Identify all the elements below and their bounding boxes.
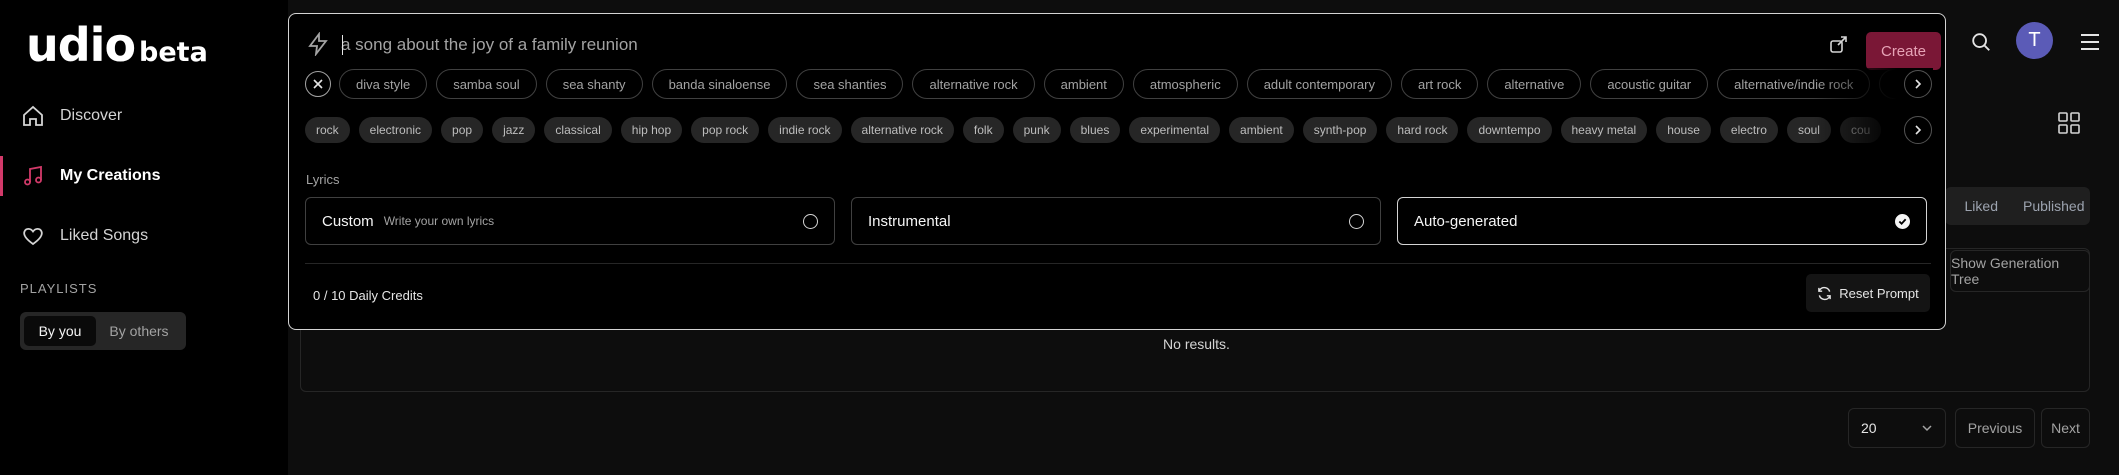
sidebar-item-liked-songs[interactable]: Liked Songs	[0, 214, 288, 258]
tab-published[interactable]: Published	[2018, 198, 2091, 214]
next-page-button[interactable]: Next	[2041, 408, 2090, 448]
text-caret	[342, 35, 343, 55]
lyrics-option-custom[interactable]: Custom Write your own lyrics	[305, 197, 835, 245]
genre-tag-chip[interactable]: alternative rock	[850, 117, 954, 143]
genre-tag-chip[interactable]: indie rock	[768, 117, 842, 143]
scroll-genres-right-button[interactable]	[1904, 116, 1932, 144]
daily-credits: 0 / 10 Daily Credits	[313, 288, 423, 303]
suggested-tag-chip[interactable]: sea shanties	[796, 69, 904, 99]
menu-button[interactable]	[2070, 22, 2110, 62]
heart-icon	[20, 223, 46, 249]
sidebar-item-label: Liked Songs	[60, 227, 149, 244]
scroll-tags-right-button[interactable]	[1904, 70, 1932, 98]
page-size-select[interactable]: 20	[1848, 408, 1946, 448]
hamburger-icon	[2081, 34, 2099, 50]
sidebar: udio beta Discover My Creations Liked So…	[0, 0, 288, 475]
suggested-tag-chip[interactable]: atmospheric	[1132, 69, 1238, 99]
lyrics-option-instrumental[interactable]: Instrumental	[851, 197, 1381, 245]
logo-wordmark: udio	[26, 18, 136, 72]
suggested-tag-chip[interactable]: acoustic guitar	[1590, 69, 1709, 99]
genre-tags-row: rock electronic pop jazz classical hip hop pop…	[305, 114, 1933, 146]
lyrics-option-title: Auto-generated	[1414, 212, 1518, 230]
grid-icon	[2058, 112, 2080, 134]
genre-tag-chip[interactable]: hip hop	[620, 117, 683, 143]
refresh-icon	[1818, 286, 1832, 300]
suggested-tag-chip[interactable]: adult contemporary	[1246, 69, 1392, 99]
genre-tag-chip[interactable]: blues	[1069, 117, 1121, 143]
suggested-tag-chip[interactable]: banda sinaloense	[651, 69, 788, 99]
genre-tag-chip[interactable]: punk	[1012, 117, 1061, 143]
reset-prompt-label: Reset Prompt	[1839, 285, 1919, 301]
suggested-tag-chip[interactable]: samba soul	[436, 69, 537, 99]
user-avatar[interactable]: T	[2016, 22, 2053, 59]
sidebar-item-label: My Creations	[60, 167, 161, 184]
genre-tag-chip[interactable]: house	[1656, 117, 1711, 143]
sidebar-item-label: Discover	[60, 107, 123, 124]
lyrics-option-title: Instrumental	[868, 212, 951, 230]
music-note-icon	[20, 163, 46, 189]
chevron-down-icon	[1922, 425, 1932, 432]
filter-by-others[interactable]: By others	[96, 316, 182, 346]
lightning-icon	[307, 31, 329, 61]
share-icon[interactable]	[1829, 34, 1849, 59]
suggested-tag-chip[interactable]: alternative	[1487, 69, 1582, 99]
genre-tag-chip[interactable]: pop	[441, 117, 484, 143]
genre-tag-chip[interactable]: pop rock	[691, 117, 760, 143]
check-icon	[1898, 218, 1907, 226]
create-button[interactable]: Create	[1866, 32, 1941, 70]
lyrics-option-auto-generated[interactable]: Auto-generated	[1397, 197, 1927, 245]
tab-liked[interactable]: Liked	[1945, 198, 2018, 214]
suggested-tag-chip[interactable]: alternative rock	[912, 69, 1035, 99]
genre-tag-chip[interactable]: synth-pop	[1302, 117, 1378, 143]
page-size-value: 20	[1861, 420, 1877, 436]
close-icon	[313, 79, 323, 89]
suggested-tags-list: diva style samba soul sea shanty banda sina…	[339, 69, 1930, 99]
clear-tags-button[interactable]	[305, 71, 331, 97]
search-button[interactable]	[1961, 22, 2001, 62]
genre-tag-chip[interactable]: downtempo	[1467, 117, 1552, 143]
genre-tag-chip[interactable]: rock	[305, 117, 350, 143]
chevron-right-icon	[1915, 79, 1922, 89]
lyrics-option-subtitle: Write your own lyrics	[383, 214, 495, 228]
grid-view-button[interactable]	[2058, 112, 2080, 139]
lyrics-option-title: Custom	[322, 212, 374, 230]
library-tabs: Liked Published	[1945, 187, 2090, 225]
suggested-tag-chip[interactable]: sea shanty	[545, 69, 643, 99]
playlist-filter: By you By others	[20, 312, 186, 350]
sidebar-item-my-creations[interactable]: My Creations	[0, 154, 288, 198]
genre-tag-chip[interactable]: hard rock	[1386, 117, 1459, 143]
prompt-input[interactable]	[341, 30, 1741, 60]
filter-by-you[interactable]: By you	[24, 316, 96, 346]
radio-button[interactable]	[803, 214, 818, 229]
radio-button-checked[interactable]	[1895, 214, 1910, 229]
genre-tag-chip[interactable]: folk	[962, 117, 1004, 143]
radio-button[interactable]	[1349, 214, 1364, 229]
playlists-heading: PLAYLISTS	[20, 281, 98, 296]
prompt-row: Create	[299, 24, 1941, 70]
suggested-tags-row: diva style samba soul sea shanty banda sina…	[305, 68, 1933, 100]
logo-beta-badge: beta	[139, 37, 208, 68]
sidebar-item-discover[interactable]: Discover	[0, 94, 288, 138]
genre-tag-chip[interactable]: experimental	[1129, 117, 1221, 143]
suggested-tag-chip[interactable]: diva style	[339, 69, 428, 99]
genre-tags-list: rock electronic pop jazz classical hip hop pop…	[305, 117, 1890, 143]
genre-tag-chip[interactable]: electro	[1719, 117, 1778, 143]
genre-tag-chip[interactable]: classical	[544, 117, 612, 143]
chevron-right-icon	[1915, 125, 1922, 135]
search-icon	[1972, 33, 1990, 51]
lyrics-label: Lyrics	[306, 172, 340, 187]
genre-tag-chip[interactable]: jazz	[492, 117, 536, 143]
reset-prompt-button[interactable]: Reset Prompt	[1806, 274, 1930, 312]
genre-tag-chip[interactable]: heavy metal	[1560, 117, 1648, 143]
suggested-tag-chip[interactable]: art rock	[1400, 69, 1479, 99]
udio-logo[interactable]: udio beta	[26, 18, 208, 72]
suggested-tag-chip[interactable]: ambient	[1043, 69, 1124, 99]
genre-tag-chip[interactable]: ambient	[1229, 117, 1294, 143]
home-icon	[20, 103, 46, 129]
divider	[305, 263, 1931, 264]
prompt-panel: Create diva style samba soul sea shanty ban…	[288, 13, 1946, 330]
empty-state-text: No results.	[1163, 336, 1230, 352]
genre-tag-chip[interactable]: electronic	[358, 117, 433, 143]
previous-page-button[interactable]: Previous	[1955, 408, 2035, 448]
